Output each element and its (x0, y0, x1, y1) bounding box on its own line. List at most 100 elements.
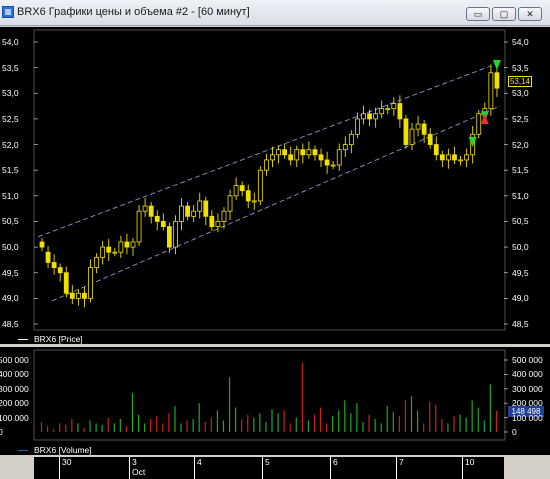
candle-down (427, 133, 433, 145)
price-tick-label: 48,5 (512, 319, 529, 329)
price-tick-label: 52,0 (512, 139, 529, 150)
volume-tick-label: 500 000 (512, 355, 543, 365)
candle-down (63, 272, 69, 294)
x-day-5: 5 (262, 457, 330, 479)
volume-plot-frame (33, 349, 506, 441)
candle-up (130, 241, 136, 248)
volume-tick-label: 500 000 (0, 355, 29, 365)
candle-down (45, 251, 51, 263)
x-day-label: 7 (399, 457, 404, 467)
candle-down (433, 144, 439, 156)
volume-tick-label: 400 000 (0, 369, 29, 380)
volume-tick-label: 300 000 (0, 383, 29, 394)
candle-up (361, 113, 366, 120)
candle-up (342, 144, 348, 151)
price-tick-label: 49,5 (512, 267, 529, 278)
price-tick-label: 51,5 (512, 165, 529, 176)
candle-up (385, 108, 391, 111)
candle-up (173, 221, 178, 248)
x-day-7: 7 (396, 457, 462, 479)
x-day-6: 6 (330, 457, 396, 479)
candle-up (88, 267, 93, 299)
candle-down (324, 159, 330, 166)
x-day-label: 10 (465, 457, 475, 467)
price-tick-label: 54,0 (2, 37, 19, 47)
x-day-3: 3 Oct (129, 457, 194, 479)
candle-up (136, 210, 142, 243)
candle-down (82, 292, 87, 299)
candle-down (288, 154, 294, 161)
candle-up (446, 154, 451, 161)
candle-down (421, 123, 427, 135)
candle-up (391, 103, 397, 110)
price-tick-label: 52,5 (2, 113, 19, 124)
candle-up (112, 251, 118, 254)
candle-up (355, 118, 360, 135)
candle-down (209, 215, 215, 227)
candle-up (118, 241, 124, 253)
candle-down (239, 185, 245, 192)
candle-down (452, 154, 457, 161)
candle-down (439, 154, 445, 161)
channel-upper-line (37, 62, 501, 238)
time-axis: 30 3 Oct 4 5 6 7 10 (34, 457, 504, 479)
chart-window: BRX6 Графики цены и объема #2 - [60 мину… (0, 0, 550, 479)
candle-up (476, 113, 482, 135)
candle-down (367, 113, 372, 120)
candle-up (464, 154, 470, 161)
volume-tick-label: 0 (512, 427, 517, 437)
volume-tick-label: 300 000 (512, 383, 543, 394)
candle-down (282, 149, 288, 156)
candle-up (179, 205, 184, 222)
candle-down (39, 241, 45, 248)
price-legend-label: BRX6 [Price] (34, 334, 83, 344)
candle-up (330, 164, 336, 167)
candle-up (379, 108, 385, 115)
buy-signal-marker (492, 59, 501, 71)
x-day-label: 30 (62, 457, 72, 467)
candle-down (106, 246, 112, 253)
price-tick-label: 53,0 (2, 88, 19, 99)
price-tick-label: 52,0 (2, 139, 19, 150)
candle-up (197, 200, 203, 212)
x-day-30: 30 (59, 457, 129, 479)
candle-down (185, 205, 190, 217)
price-tick-label: 54,0 (512, 37, 529, 47)
price-tick-label: 50,5 (2, 216, 19, 227)
candle-down (203, 200, 209, 217)
price-tick-label: 50,0 (512, 242, 529, 253)
x-month-label: Oct (132, 467, 146, 477)
candle-up (409, 128, 415, 145)
volume-tick-label: 400 000 (512, 369, 543, 380)
chart-canvas[interactable] (0, 0, 550, 479)
candle-down (318, 154, 324, 161)
candle-down (403, 118, 409, 145)
candle-up (257, 169, 263, 202)
price-legend: BRX6 [Price] (34, 334, 83, 344)
volume-tick-label: 200 000 (512, 398, 543, 409)
candle-down (69, 292, 75, 299)
price-tick-label: 53,5 (512, 62, 529, 73)
candle-down (312, 149, 318, 156)
candle-up (221, 210, 227, 222)
candle-up (227, 195, 233, 212)
candle-down (154, 215, 160, 222)
x-day-label: 6 (333, 457, 338, 467)
candle-up (100, 246, 106, 258)
x-day-label: 5 (265, 457, 270, 467)
candle-up (233, 185, 239, 197)
candle-up (415, 123, 421, 130)
price-legend-line (18, 339, 28, 340)
candle-up (488, 72, 494, 110)
volume-tick-label: 0 (0, 427, 3, 437)
price-tick-label: 49,0 (2, 293, 19, 304)
x-day-label: 3 (132, 457, 137, 467)
candle-up (264, 159, 269, 171)
candle-down (397, 103, 403, 120)
price-tick-label: 51,0 (512, 190, 529, 201)
volume-tick-label: 200 000 (0, 398, 29, 409)
candle-down (160, 221, 166, 227)
candle-up (75, 292, 81, 299)
last-price-tag: 53,14 (508, 76, 532, 87)
candle-up (306, 149, 312, 156)
